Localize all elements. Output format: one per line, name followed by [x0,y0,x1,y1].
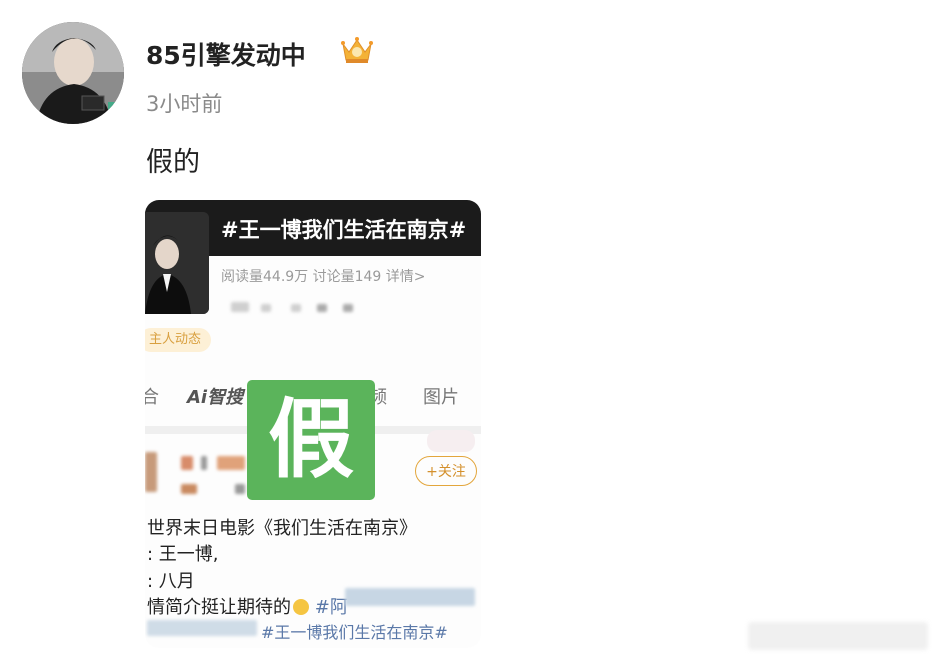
fake-stamp-overlay: 假 [247,380,375,500]
redacted-name [217,456,245,470]
tab-ai-search[interactable]: Ai智搜 [187,383,243,409]
post-time: 3小时前 [146,92,223,116]
topic-stats[interactable]: 阅读量44.9万 讨论量149 详情> [221,266,426,286]
cartoon-sticker [427,430,475,452]
tab-images[interactable]: 图片 [423,383,459,409]
redacted-text [231,302,249,312]
hashtag-partial[interactable]: #阿 [315,597,348,618]
redacted-text [261,304,271,312]
post-text: 假的 [146,147,200,178]
user-avatar[interactable] [22,22,124,124]
post-line-2: : 王一博, [147,544,219,565]
tab-all[interactable]: 合 [145,383,159,409]
tag-pill: 主人动态 [145,328,212,352]
redacted-name [181,456,193,470]
post-line-1: 世界末日电影《我们生活在南京》 [147,518,417,539]
redacted-text [345,588,475,606]
watermark [748,622,928,650]
post-line-4: 情简介挺让期待的 #阿 [147,593,348,619]
topic-title[interactable]: #王一博我们生活在南京# [221,214,466,244]
post-line-3: : 八月 [147,571,195,592]
redacted-text [343,304,353,312]
redacted-name [201,456,207,470]
crown-icon [341,37,373,63]
topic-thumbnail [145,212,209,314]
redacted-text [291,304,301,312]
username[interactable]: 85引擎发动中 [146,36,306,72]
emoji-icon [293,599,309,615]
redacted-text [317,304,327,312]
redacted-text [147,620,257,636]
bottom-hashtag[interactable]: #王一博我们生活在南京# [261,619,448,643]
follow-button[interactable]: +关注 [415,456,477,486]
shared-image-card[interactable]: #王一博我们生活在南京# 阅读量44.9万 讨论量149 详情> 主人动态 合 … [145,200,481,648]
post-line-4-text: 情简介挺让期待的 [147,597,291,618]
redacted-avatar [145,452,157,492]
redacted-name [235,484,245,494]
redacted-name [181,484,197,494]
